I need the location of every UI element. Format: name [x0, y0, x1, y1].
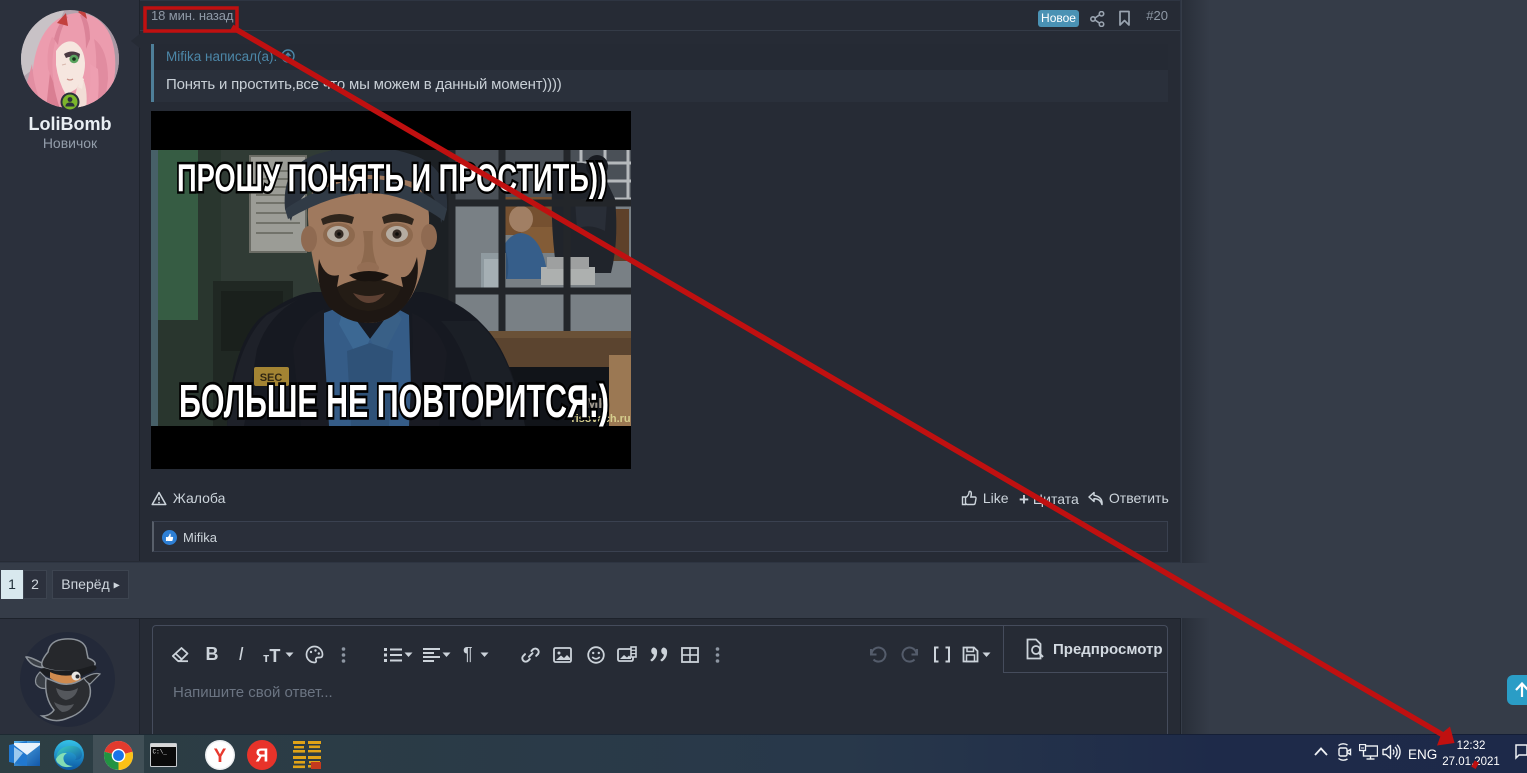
- svg-text:Y: Y: [214, 746, 227, 767]
- svg-text:ПРОШУ ПОНЯТЬ И ПРОСТИТЬ)): ПРОШУ ПОНЯТЬ И ПРОСТИТЬ)): [177, 157, 607, 200]
- svg-text:БОЛЬШЕ НЕ ПОВТОРИТСЯ:): БОЛЬШЕ НЕ ПОВТОРИТСЯ:): [179, 375, 609, 427]
- svg-text:C:\_: C:\_: [153, 749, 168, 756]
- svg-text:Я: Я: [256, 746, 269, 766]
